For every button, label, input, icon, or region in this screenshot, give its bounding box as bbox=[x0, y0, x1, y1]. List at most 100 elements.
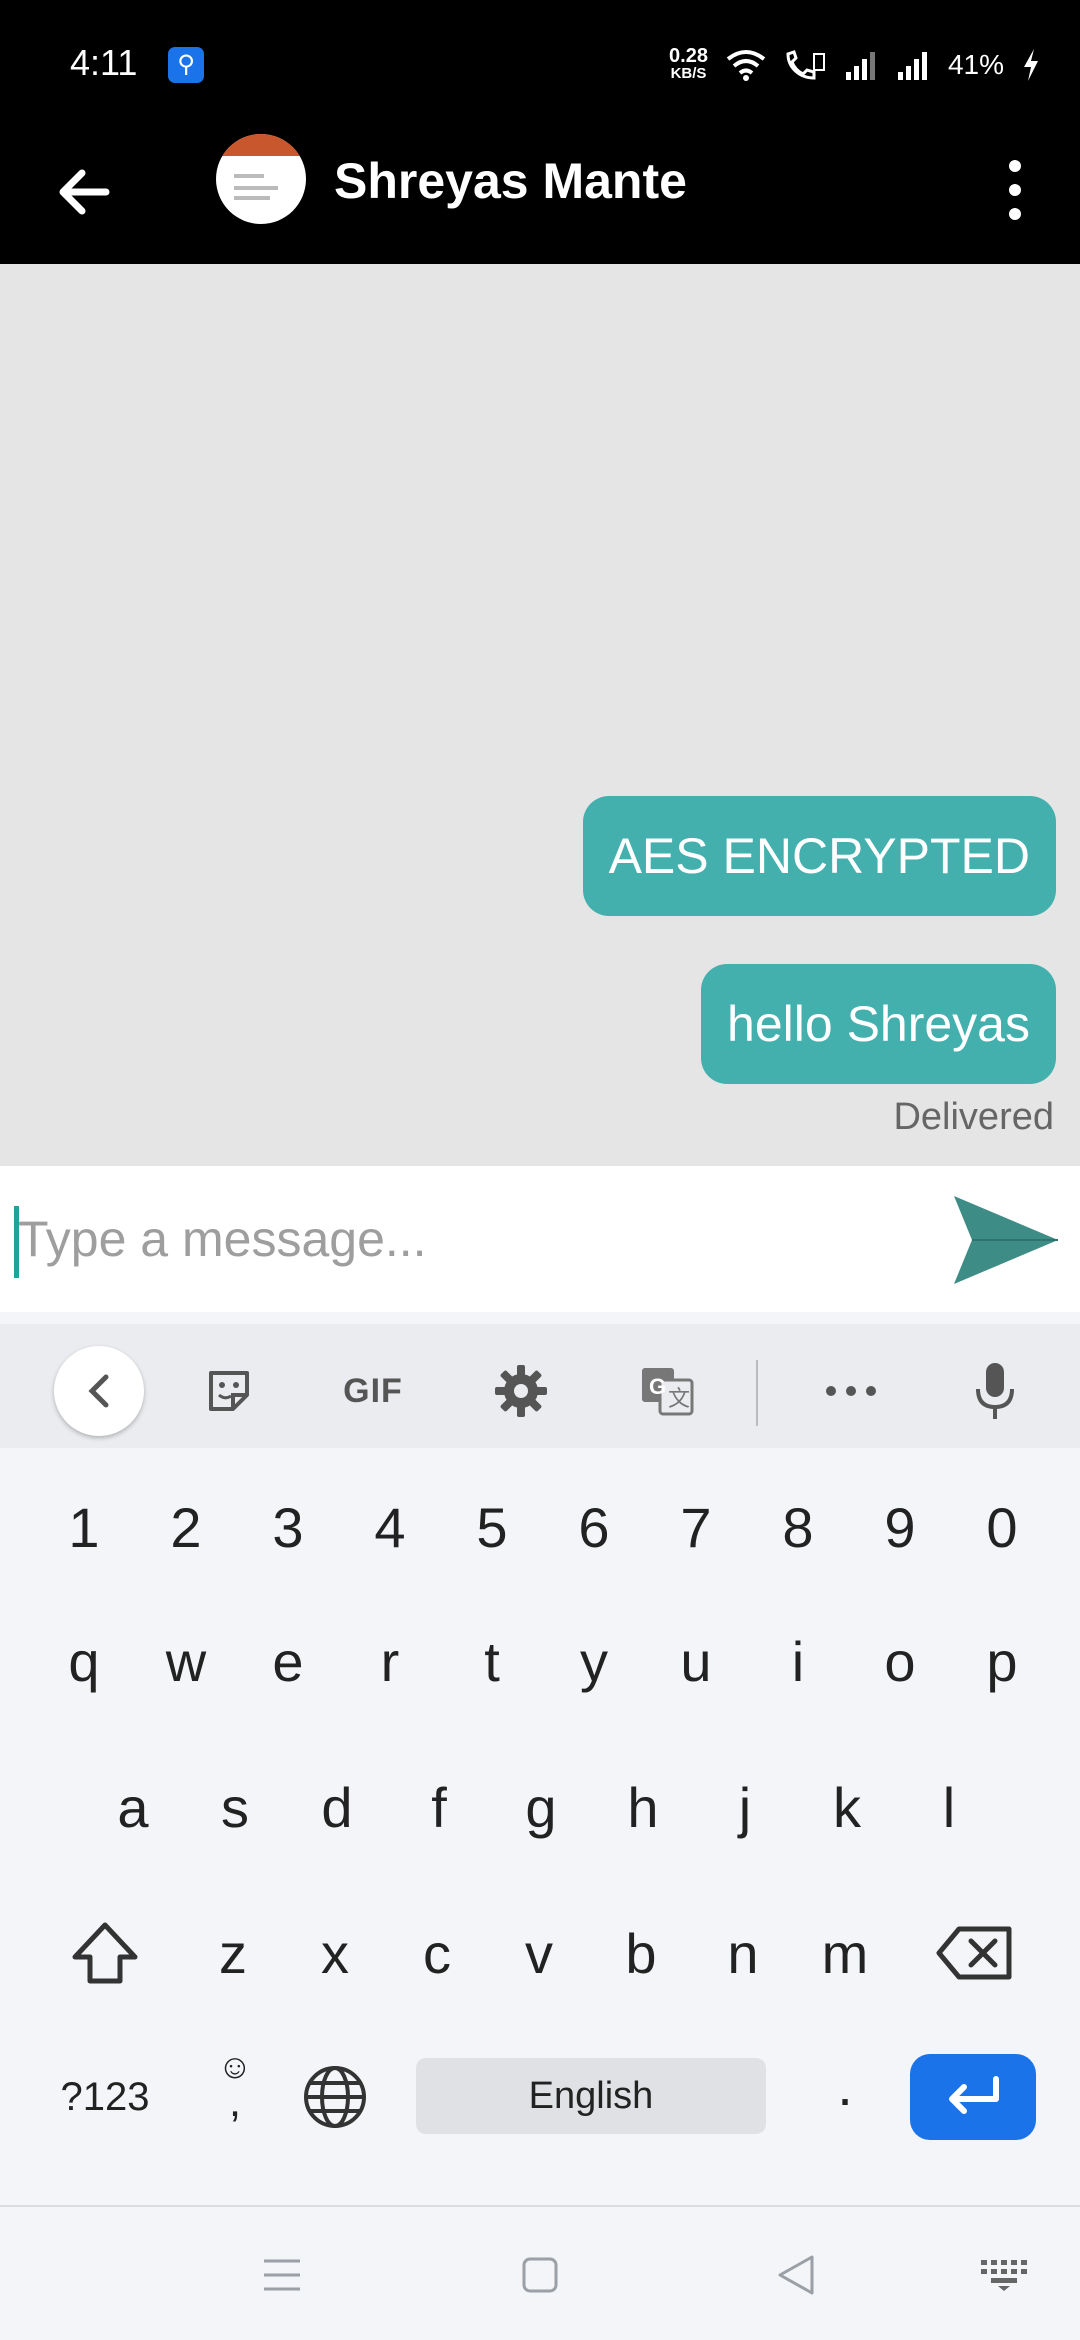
space-bar[interactable]: English bbox=[416, 2058, 766, 2134]
key-4[interactable]: 4 bbox=[339, 1472, 441, 1582]
key-x[interactable]: x bbox=[284, 1898, 386, 2008]
enter-arrow-icon bbox=[949, 2076, 999, 2114]
charging-icon bbox=[1024, 49, 1038, 81]
menu-lines-icon bbox=[264, 2259, 300, 2291]
key-a[interactable]: a bbox=[82, 1752, 184, 1862]
more-horizontal-icon bbox=[826, 1386, 876, 1396]
shift-icon bbox=[72, 1922, 138, 1984]
delivery-status: Delivered bbox=[893, 1096, 1054, 1138]
signal-icon-sim1 bbox=[845, 52, 875, 80]
microphone-icon bbox=[976, 1363, 1014, 1419]
send-icon[interactable] bbox=[950, 1190, 1062, 1290]
key-b[interactable]: b bbox=[590, 1898, 692, 2008]
key-9[interactable]: 9 bbox=[849, 1472, 951, 1582]
gif-button[interactable]: GIF bbox=[328, 1346, 418, 1436]
contact-avatar[interactable] bbox=[216, 134, 306, 224]
key-l[interactable]: l bbox=[898, 1752, 1000, 1862]
keyboard-toolbar: GIF G 文 bbox=[0, 1324, 1080, 1448]
svg-text:文: 文 bbox=[668, 1387, 690, 1412]
backspace-icon bbox=[936, 1926, 1012, 1980]
triangle-back-icon bbox=[778, 2255, 814, 2295]
backspace-key[interactable] bbox=[920, 1898, 1030, 2008]
message-bubble[interactable]: AES ENCRYPTED bbox=[582, 796, 1056, 916]
sticker-button[interactable] bbox=[184, 1346, 274, 1436]
key-g[interactable]: g bbox=[490, 1752, 592, 1862]
more-toolbar-button[interactable] bbox=[806, 1346, 896, 1436]
key-o[interactable]: o bbox=[849, 1606, 951, 1716]
chevron-left-icon bbox=[88, 1374, 109, 1408]
key-z[interactable]: z bbox=[182, 1898, 284, 2008]
symbols-key[interactable]: ?123 bbox=[40, 2042, 170, 2152]
key-n[interactable]: n bbox=[692, 1898, 794, 2008]
contact-name[interactable]: Shreyas Mante bbox=[334, 152, 687, 210]
key-c[interactable]: c bbox=[386, 1898, 488, 2008]
shift-key[interactable] bbox=[50, 1898, 160, 2008]
translate-button[interactable]: G 文 bbox=[622, 1346, 712, 1436]
key-y[interactable]: y bbox=[543, 1606, 645, 1716]
keyboard-icon bbox=[981, 2260, 1027, 2291]
key-p[interactable]: p bbox=[951, 1606, 1053, 1716]
sticker-icon bbox=[209, 1371, 249, 1411]
status-time: 4:11 bbox=[70, 42, 138, 83]
wifi-calling-icon bbox=[786, 50, 825, 80]
key-t[interactable]: t bbox=[441, 1606, 543, 1716]
key-3[interactable]: 3 bbox=[237, 1472, 339, 1582]
status-right-cluster: 0.28 KB/S 41% bbox=[669, 40, 1040, 90]
collapse-toolbar-button[interactable] bbox=[54, 1346, 144, 1436]
key-e[interactable]: e bbox=[237, 1606, 339, 1716]
key-q[interactable]: q bbox=[33, 1606, 135, 1716]
message-bubble[interactable]: hello Shreyas bbox=[701, 964, 1056, 1084]
gear-icon bbox=[495, 1365, 547, 1417]
key-1[interactable]: 1 bbox=[33, 1472, 135, 1582]
app-bar: Shreyas Mante bbox=[0, 130, 1080, 264]
keyboard-settings-button[interactable] bbox=[476, 1346, 566, 1436]
voice-input-button[interactable] bbox=[950, 1346, 1040, 1436]
system-navigation-bar bbox=[0, 2205, 1080, 2340]
signal-icon-sim2 bbox=[897, 52, 927, 80]
key-v[interactable]: v bbox=[488, 1898, 590, 2008]
home-button[interactable] bbox=[510, 2245, 570, 2305]
key-k[interactable]: k bbox=[796, 1752, 898, 1862]
key-6[interactable]: 6 bbox=[543, 1472, 645, 1582]
period-key[interactable]: . bbox=[800, 2030, 890, 2140]
key-5[interactable]: 5 bbox=[441, 1472, 543, 1582]
battery-percent: 41% bbox=[947, 49, 1004, 80]
wifi-icon bbox=[726, 50, 766, 81]
chat-messages-area[interactable]: AES ENCRYPTED hello Shreyas Delivered bbox=[0, 264, 1080, 1166]
usb-icon: ⚲ bbox=[168, 47, 204, 83]
soft-keyboard: GIF G 文 1 2 3 4 5 6 7 8 9 0 q w e r t y … bbox=[0, 1312, 1080, 2205]
net-speed-value: 0.28 bbox=[669, 45, 708, 67]
toolbar-divider bbox=[756, 1360, 758, 1426]
key-j[interactable]: j bbox=[694, 1752, 796, 1862]
key-d[interactable]: d bbox=[286, 1752, 388, 1862]
svg-text:G: G bbox=[649, 1374, 666, 1399]
message-composer bbox=[0, 1166, 1080, 1312]
key-2[interactable]: 2 bbox=[135, 1472, 237, 1582]
back-arrow-icon[interactable] bbox=[50, 157, 120, 227]
key-s[interactable]: s bbox=[184, 1752, 286, 1862]
back-button[interactable] bbox=[766, 2245, 826, 2305]
key-8[interactable]: 8 bbox=[747, 1472, 849, 1582]
net-speed-unit: KB/S bbox=[670, 65, 707, 82]
language-key[interactable] bbox=[290, 2042, 380, 2152]
more-options-icon[interactable] bbox=[990, 150, 1040, 230]
enter-key[interactable] bbox=[910, 2054, 1036, 2140]
key-f[interactable]: f bbox=[388, 1752, 490, 1862]
status-bar: 4:11 ⚲ 0.28 KB/S 41% bbox=[0, 0, 1080, 130]
keyboard-switch-button[interactable] bbox=[974, 2245, 1034, 2305]
emoji-comma-key[interactable]: ☺ , bbox=[190, 2030, 280, 2140]
message-input[interactable] bbox=[18, 1194, 918, 1284]
square-icon bbox=[522, 2257, 558, 2293]
globe-icon bbox=[304, 2066, 366, 2128]
key-i[interactable]: i bbox=[747, 1606, 849, 1716]
comma-label: , bbox=[228, 2077, 242, 2126]
key-u[interactable]: u bbox=[645, 1606, 747, 1716]
key-w[interactable]: w bbox=[135, 1606, 237, 1716]
key-h[interactable]: h bbox=[592, 1752, 694, 1862]
key-0[interactable]: 0 bbox=[951, 1472, 1053, 1582]
key-r[interactable]: r bbox=[339, 1606, 441, 1716]
key-7[interactable]: 7 bbox=[645, 1472, 747, 1582]
net-speed: 0.28 KB/S bbox=[669, 45, 708, 83]
recents-button[interactable] bbox=[252, 2245, 312, 2305]
key-m[interactable]: m bbox=[794, 1898, 896, 2008]
